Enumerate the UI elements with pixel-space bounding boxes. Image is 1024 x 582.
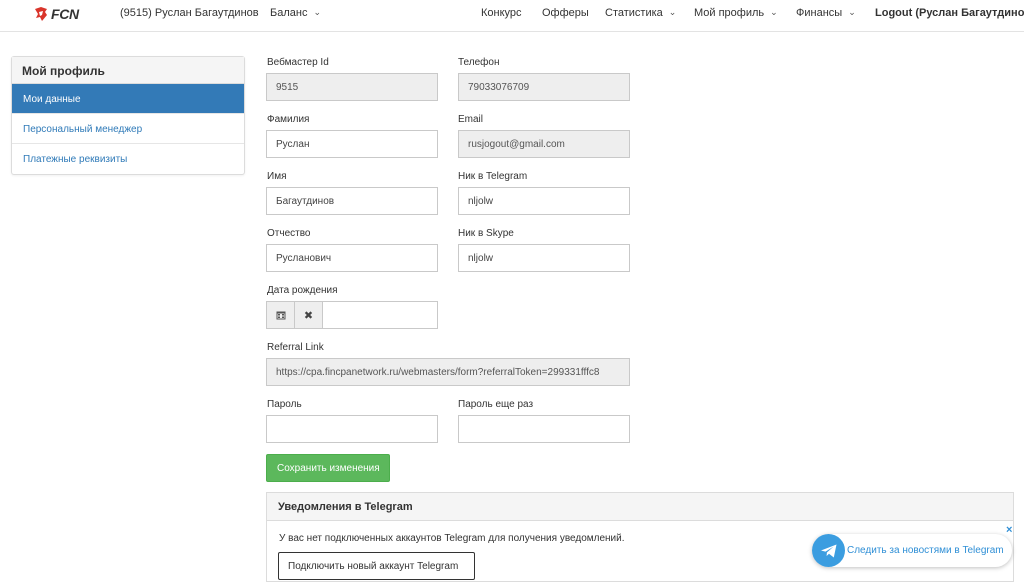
nav-profile-dropdown[interactable]: Мой профиль ⌄ xyxy=(694,7,778,19)
birth-date-label: Дата рождения xyxy=(267,285,338,296)
close-icon[interactable]: × xyxy=(1006,524,1012,536)
nav-balance-dropdown[interactable]: Баланс ⌄ xyxy=(270,7,321,19)
connect-telegram-button[interactable]: Подключить новый аккаунт Telegram xyxy=(278,552,475,580)
skype-nick-label: Ник в Skype xyxy=(458,228,514,239)
nav-user-name: (9515) Руслан Багаутдинов xyxy=(120,7,259,19)
telegram-icon xyxy=(812,534,845,567)
profile-sidebar: Мой профиль Мои данные Персональный мене… xyxy=(11,56,245,175)
first-name-label: Имя xyxy=(267,171,287,182)
webmaster-id-label: Вебмастер Id xyxy=(267,57,329,68)
nav-stats-dropdown[interactable]: Статистика ⌄ xyxy=(605,7,676,19)
telegram-panel-title: Уведомления в Telegram xyxy=(267,493,1013,521)
chevron-down-icon: ⌄ xyxy=(848,7,856,17)
password-repeat-field[interactable] xyxy=(458,415,630,443)
clear-date-button[interactable]: ✖ xyxy=(294,301,323,329)
last-name-field[interactable]: Руслан xyxy=(266,130,438,158)
telegram-follow-widget[interactable]: Следить за новостями в Telegram xyxy=(812,534,1012,567)
calendar-icon xyxy=(276,311,285,320)
password-field[interactable] xyxy=(266,415,438,443)
password-label: Пароль xyxy=(267,399,302,410)
email-field: rusjogout@gmail.com xyxy=(458,130,630,158)
email-label: Email xyxy=(458,114,484,125)
chevron-down-icon: ⌄ xyxy=(668,7,677,17)
webmaster-id-field: 9515 xyxy=(266,73,438,101)
save-changes-button[interactable]: Сохранить изменения xyxy=(266,454,390,482)
last-name-label: Фамилия xyxy=(267,114,310,125)
sidebar-item-my-data[interactable]: Мои данные xyxy=(12,84,244,114)
nav-finance-label: Финансы xyxy=(796,7,843,19)
sidebar-title: Мой профиль xyxy=(12,57,244,84)
logo[interactable]: FCN xyxy=(33,4,79,24)
logout-link[interactable]: Logout (Руслан Багаутдинов) xyxy=(875,7,1024,19)
referral-link-field[interactable]: https://cpa.fincpanetwork.ru/webmasters/… xyxy=(266,358,630,386)
calendar-button[interactable] xyxy=(266,301,295,329)
referral-link-label: Referral Link xyxy=(267,342,324,353)
logo-text: FCN xyxy=(51,6,79,22)
birth-date-input[interactable] xyxy=(322,301,438,329)
password-repeat-label: Пароль еще раз xyxy=(458,399,534,410)
skype-nick-field[interactable]: nljolw xyxy=(458,244,630,272)
phone-label: Телефон xyxy=(458,57,500,68)
patronymic-label: Отчество xyxy=(267,228,311,239)
sidebar-item-personal-manager[interactable]: Персональный менеджер xyxy=(12,114,244,144)
top-navbar: FCN (9515) Руслан Багаутдинов Баланс ⌄ Ко… xyxy=(0,0,1024,32)
telegram-nick-label: Ник в Telegram xyxy=(458,171,528,182)
nav-profile-label: Мой профиль xyxy=(694,7,765,19)
telegram-panel-text: У вас нет подключенных аккаунтов Telegra… xyxy=(279,533,625,544)
nav-offers[interactable]: Офферы xyxy=(542,7,589,19)
close-icon: ✖ xyxy=(303,309,314,322)
patronymic-field[interactable]: Русланович xyxy=(266,244,438,272)
nav-stats-label: Статистика xyxy=(605,7,663,19)
nav-finance-dropdown[interactable]: Финансы ⌄ xyxy=(796,7,856,19)
nav-contest[interactable]: Конкурс xyxy=(481,7,522,19)
phone-field: 79033076709 xyxy=(458,73,630,101)
telegram-widget-label: Следить за новостями в Telegram xyxy=(847,545,1004,556)
chevron-down-icon: ⌄ xyxy=(770,7,778,17)
fcn-logo-icon xyxy=(35,7,47,21)
nav-balance-label: Баланс xyxy=(270,7,308,19)
telegram-nick-field[interactable]: nljolw xyxy=(458,187,630,215)
chevron-down-icon: ⌄ xyxy=(313,7,321,17)
sidebar-item-payment-details[interactable]: Платежные реквизиты xyxy=(12,144,244,174)
first-name-field[interactable]: Багаутдинов xyxy=(266,187,438,215)
